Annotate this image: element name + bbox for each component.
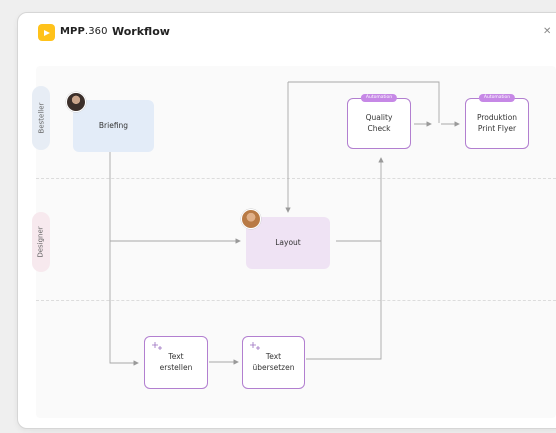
node-produktion[interactable]: Automation Produktion Print Flyer — [465, 94, 529, 149]
node-quality-text: Quality Check — [366, 113, 393, 133]
node-text-uebersetzen-line2: übersetzen — [252, 362, 295, 372]
node-text-uebersetzen[interactable]: Text übersetzen — [242, 336, 305, 389]
node-produktion-line1: Produktion — [476, 113, 518, 123]
node-produktion-line2: Print Flyer — [477, 123, 517, 133]
automation-badge: Automation — [360, 94, 398, 103]
node-briefing-label: Briefing — [98, 120, 129, 130]
node-quality-check[interactable]: Automation Quality Check — [347, 94, 411, 149]
node-produktion-text: Produktion Print Flyer — [477, 113, 517, 133]
node-text-erstellen[interactable]: Text erstellen — [144, 336, 208, 389]
node-text-erstellen-line2: erstellen — [159, 362, 193, 372]
node-quality-line1: Quality — [365, 113, 393, 123]
automation-badge: Automation — [478, 94, 516, 103]
node-layout-label: Layout — [275, 237, 301, 247]
node-quality-line2: Check — [367, 123, 391, 133]
node-text-uebersetzen-line1: Text — [265, 352, 282, 362]
node-text-erstellen-text: Text erstellen — [160, 352, 193, 372]
sparkle-icon — [152, 342, 162, 350]
node-text-uebersetzen-text: Text übersetzen — [253, 352, 295, 372]
node-briefing[interactable]: Briefing — [73, 100, 154, 152]
sparkle-icon — [250, 342, 260, 350]
node-text-erstellen-line1: Text — [168, 352, 184, 362]
avatar — [66, 92, 86, 112]
avatar — [241, 209, 261, 229]
